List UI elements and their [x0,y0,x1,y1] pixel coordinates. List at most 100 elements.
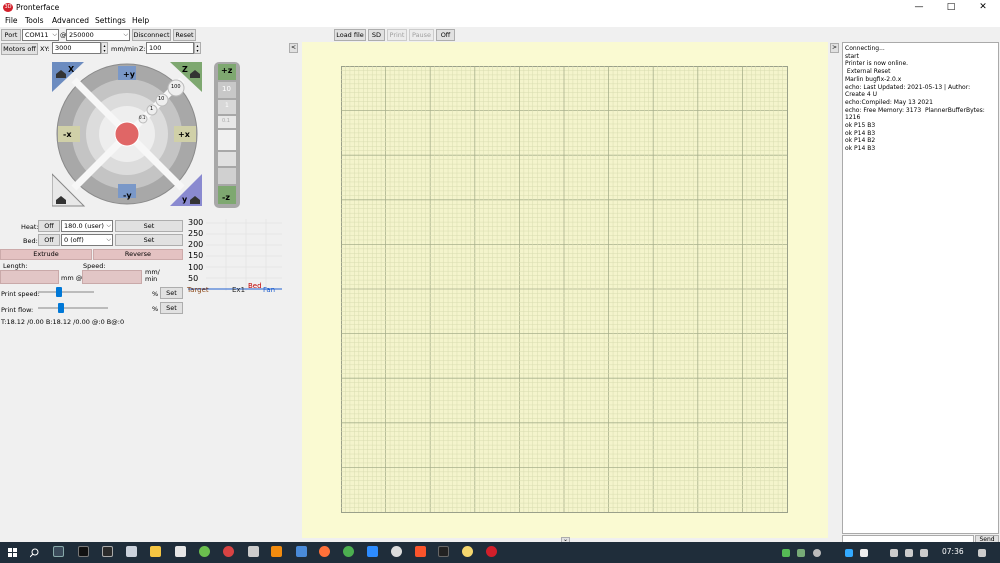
extrude-button[interactable]: Extrude [0,249,92,260]
menu-tools[interactable]: Tools [25,16,43,25]
firefox-icon[interactable] [319,546,330,557]
menu-help[interactable]: Help [132,16,149,25]
speed-field[interactable] [82,270,142,284]
console-log[interactable]: Connecting... start Printer is now online.… [842,42,999,534]
baud-select[interactable]: 250000 ⌵ [66,29,130,41]
nvidia-tray-icon[interactable] [797,549,805,557]
browser-app-icon[interactable] [199,546,210,557]
maximize-button[interactable]: □ [936,1,966,14]
build-plate-grid[interactable] [341,66,788,513]
collapse-left-button[interactable]: < [289,43,298,53]
reset-button[interactable]: Reset [173,29,196,41]
search-app-icon[interactable] [391,546,402,557]
tray-app-icon[interactable] [813,549,821,557]
language-tray-icon[interactable] [920,549,928,557]
speed-label: Speed: [83,262,106,270]
bed-set-button[interactable]: Set [115,234,183,246]
notepad-app-icon[interactable] [126,546,137,557]
file-explorer-icon[interactable] [150,546,161,557]
load-file-button[interactable]: Load file [334,29,366,41]
menu-advanced[interactable]: Advanced [52,16,89,25]
bed-value: 0 (off) [64,236,84,244]
mm-at-label: mm @ [61,274,83,282]
print-flow-track[interactable] [38,307,108,309]
python-app-icon[interactable] [462,546,473,557]
print-speed-track[interactable] [38,291,94,293]
console-line: echo: Last Updated: 2021-05-13 | Author: [845,83,971,91]
bed-select[interactable]: 0 (off) ⌵ [61,234,113,246]
pause-button[interactable]: Pause [409,29,434,41]
z-step-1-down[interactable] [218,152,236,166]
length-label: Length: [3,262,28,270]
console-line: ok P14 B2 [845,137,876,145]
off-button[interactable]: Off [436,29,455,41]
home-y-label: y [182,195,188,204]
pronterface-taskbar-icon[interactable] [486,546,497,557]
menu-settings[interactable]: Settings [95,16,126,25]
disconnect-button[interactable]: Disconnect [132,29,171,41]
reverse-button[interactable]: Reverse [93,249,183,260]
z-step-10-down[interactable] [218,168,236,184]
store-app-icon[interactable] [175,546,186,557]
printer-app-icon[interactable] [248,546,259,557]
windows-start-icon[interactable] [8,548,18,558]
search-icon[interactable] [30,548,40,558]
sd-button[interactable]: SD [368,29,385,41]
heat-select[interactable]: 180.0 (user) ⌵ [61,220,113,232]
slicer-app-icon[interactable] [223,546,234,557]
network-app-icon[interactable] [296,546,307,557]
brave-browser-icon[interactable] [415,546,426,557]
length-field[interactable] [0,270,59,284]
port-value: COM11 [25,31,49,39]
step-0-1-label: 0.1 [139,115,146,120]
wifi-tray-icon[interactable] [890,549,898,557]
menu-file[interactable]: File [5,16,18,25]
center-home-icon[interactable] [114,121,140,147]
media-app-icon[interactable] [102,546,113,557]
notifications-icon[interactable] [978,549,986,557]
z-step-0-1-label: 0.1 [222,118,230,124]
z-step-10-label: 10 [222,85,231,93]
chrome-icon[interactable] [343,546,354,557]
terminal-app-icon[interactable] [78,546,89,557]
console-line: External Reset [845,68,891,76]
print-flow-set-button[interactable]: Set [160,302,183,314]
port-button[interactable]: Port [1,29,21,41]
collapse-right-button[interactable]: > [830,43,839,53]
print-speed-label: Print speed: [1,290,40,298]
xy-speed-field[interactable]: 3000 [52,42,101,54]
heat-off-button[interactable]: Off [38,220,60,232]
volume-tray-icon[interactable] [905,549,913,557]
x-minus-label: -x [63,130,72,139]
minimize-button[interactable]: — [904,1,934,14]
xy-speed-spinner[interactable]: ▴ ▾ [101,42,108,54]
print-speed-thumb[interactable] [56,287,62,297]
console-app-icon[interactable] [438,546,449,557]
graph-tick-300: 300 [188,218,204,227]
z-speed-spinner[interactable]: ▴ ▾ [194,42,201,54]
motors-off-button[interactable]: Motors off [1,43,38,55]
print-button[interactable]: Print [387,29,407,41]
task-view-icon[interactable] [53,546,64,557]
vlc-app-icon[interactable] [271,546,282,557]
taskbar-clock[interactable]: 07:36 [942,547,964,556]
bluetooth-tray-icon[interactable] [845,549,853,557]
menu-bar: File Tools Advanced Settings Help [0,15,1000,27]
security-tray-icon[interactable] [860,549,868,557]
heat-set-button[interactable]: Set [115,220,183,232]
graph-legend-bed: Bed [248,282,262,290]
print-speed-set-button[interactable]: Set [160,287,183,299]
console-line: start [845,52,859,60]
console-line: echo: Free Memory: 3173 PlannerBufferByt… [845,106,985,114]
port-select[interactable]: COM11 ⌵ [22,29,59,41]
print-speed-pct: % [152,290,159,298]
z-speed-field[interactable]: 100 [146,42,194,54]
z-jog-control[interactable] [214,62,240,208]
zoom-app-icon[interactable] [367,546,378,557]
print-flow-thumb[interactable] [58,303,64,313]
close-button[interactable]: ✕ [968,1,998,14]
z-step-0-1-down[interactable] [218,130,236,150]
chevron-down-icon: ⌵ [52,31,57,38]
tray-app-icon[interactable] [782,549,790,557]
bed-off-button[interactable]: Off [38,234,60,246]
